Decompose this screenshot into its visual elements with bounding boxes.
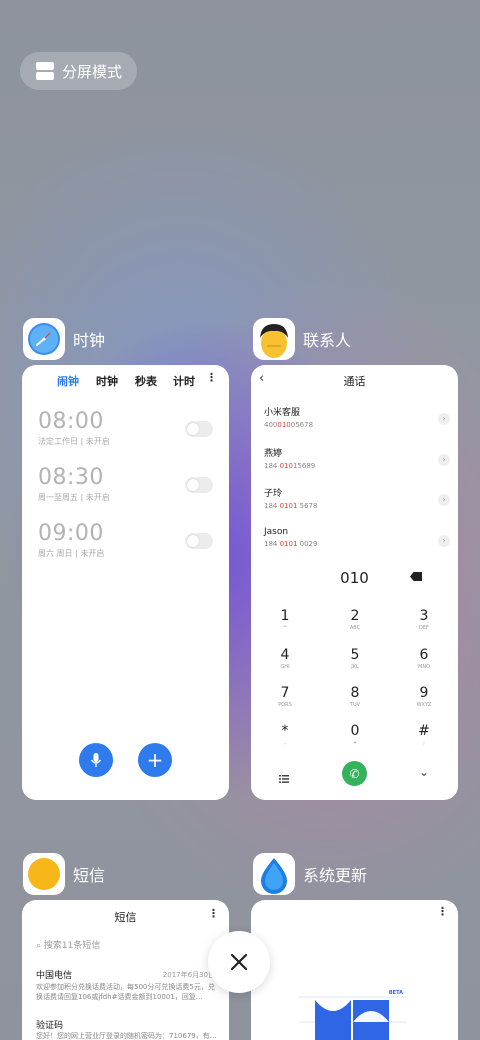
tab-timer[interactable]: 计时 [173,373,195,389]
dial-key-6[interactable]: 6 MNO [394,647,454,670]
alarm-item[interactable]: 09:00 周六 周日 | 未开启 [38,521,213,577]
search-field[interactable]: ⌕ 搜索11条短信 [36,938,100,951]
alarm-toggle[interactable] [185,533,213,549]
chevron-right-icon[interactable]: › [438,454,450,466]
alarm-repeat: 周六 周日 | 未开启 [38,549,105,558]
voice-alarm-button[interactable] [79,743,113,777]
contact-number: 40001005678 [264,421,314,429]
messages-app-card[interactable]: 短信 ⋮ ⌕ 搜索11条短信 中国电信 2017年6月30日 欢迎参加积分兑换话… [22,900,229,1040]
dial-key-4[interactable]: 4 GHI [255,647,315,670]
dial-input-display: 010 [340,569,369,587]
call-log-item[interactable]: Jason 184 0101 0029 › [264,527,450,567]
chevron-right-icon[interactable]: › [438,413,450,425]
call-log-item[interactable]: 小米客服 40001005678 › [264,405,450,445]
dial-key-3[interactable]: 3 DEF [394,608,454,631]
chevron-right-icon[interactable]: › [438,494,450,506]
app-name-contacts: 联系人 [303,331,352,350]
tab-alarm[interactable]: 闹钟 [57,373,79,389]
contact-name: 燕婷 [264,449,283,459]
clock-app-card[interactable]: 闹钟 时钟 秒表 计时 ⋮ 08:00 法定工作日 | 未开启 08:30 周一… [22,365,229,800]
call-log-item[interactable]: 子玲 184 0101 5678 › [264,486,450,526]
clear-all-button[interactable] [208,931,270,993]
contacts-app-card[interactable]: ‹ 通话 小米客服 40001005678 › 燕婷 184 01015689 … [251,365,458,800]
split-screen-button[interactable]: 分屏模式 [20,52,137,90]
beta-badge: BETA [388,990,403,996]
add-alarm-button[interactable]: + [138,743,172,777]
call-button[interactable]: ✆ [342,761,367,786]
split-screen-icon [36,62,54,80]
split-screen-label: 分屏模式 [62,62,123,81]
phone-icon: ✆ [349,766,360,781]
dial-key-2[interactable]: 2 ABC [325,608,385,631]
close-icon [230,953,248,971]
dial-key-star[interactable]: *, [255,723,315,746]
tab-clock[interactable]: 时钟 [96,373,118,389]
contact-number: 184 01015689 [264,462,316,470]
dial-key-8[interactable]: 8 TUV [325,685,385,708]
contact-name: Jason [264,527,289,537]
app-name-updater: 系统更新 [303,866,368,885]
contact-number: 184 0101 0029 [264,540,318,548]
updater-app-card[interactable]: ⋮ BETA [251,900,458,1040]
contact-name: 子玲 [264,489,283,499]
search-icon: ⌕ [36,941,42,951]
collapse-keypad-icon[interactable]: ⌄ [419,765,429,779]
microphone-icon [90,753,102,767]
alarm-toggle[interactable] [185,421,213,437]
app-header-updater[interactable]: 系统更新 [253,853,367,895]
messages-app-icon [23,853,65,895]
tab-stopwatch[interactable]: 秒表 [135,373,157,389]
dial-key-0[interactable]: 0 + [325,723,385,746]
app-header-clock[interactable]: 时钟 [23,318,105,360]
miui-beta-illustration: BETA [299,990,407,1040]
contacts-app-icon [253,318,295,360]
dial-key-9[interactable]: 9 WXYZ [394,685,454,708]
updater-app-icon [253,853,295,895]
dial-key-1[interactable]: 1ꟹ [255,608,315,631]
app-header-messages[interactable]: 短信 [23,853,105,895]
chevron-right-icon[interactable]: › [438,535,450,547]
message-preview: 欢迎参加积分兑换话费活动，每500分可兑换话费5元，兑换话费请回复106或jfd… [36,983,215,1001]
alarm-repeat: 周一至周五 | 未开启 [38,493,110,502]
message-sender[interactable]: 中国电信 [36,968,72,981]
app-name-messages: 短信 [73,866,106,885]
message-preview: 您好！您的网上营业厅登录的随机密码为：710679，有… [36,1032,217,1040]
dial-key-7[interactable]: 7 PQRS [255,685,315,708]
contacts-title: 通话 [343,375,366,388]
alarm-repeat: 法定工作日 | 未开启 [38,437,110,446]
more-icon[interactable]: ⋮ [208,907,219,920]
dial-key-hash[interactable]: #; [394,723,454,746]
more-icon[interactable]: ⋮ [206,371,217,384]
plus-icon: + [146,748,164,772]
clock-app-icon [23,318,65,360]
app-header-contacts[interactable]: 联系人 [253,318,351,360]
more-icon[interactable]: ⋮ [437,905,448,918]
messages-title: 短信 [114,911,137,924]
message-date: 2017年6月30日 [162,971,215,979]
alarm-item[interactable]: 08:00 法定工作日 | 未开启 [38,409,213,465]
search-placeholder: 搜索11条短信 [43,941,101,951]
contact-number: 184 0101 5678 [264,502,318,510]
app-name-clock: 时钟 [73,331,106,350]
dial-key-5[interactable]: 5 JKL [325,647,385,670]
message-sender[interactable]: 验证码 [36,1018,63,1031]
call-log-item[interactable]: 燕婷 184 01015689 › [264,446,450,486]
menu-icon[interactable] [279,768,289,783]
alarm-toggle[interactable] [185,477,213,493]
contact-name: 小米客服 [264,408,301,418]
alarm-item[interactable]: 08:30 周一至周五 | 未开启 [38,465,213,521]
